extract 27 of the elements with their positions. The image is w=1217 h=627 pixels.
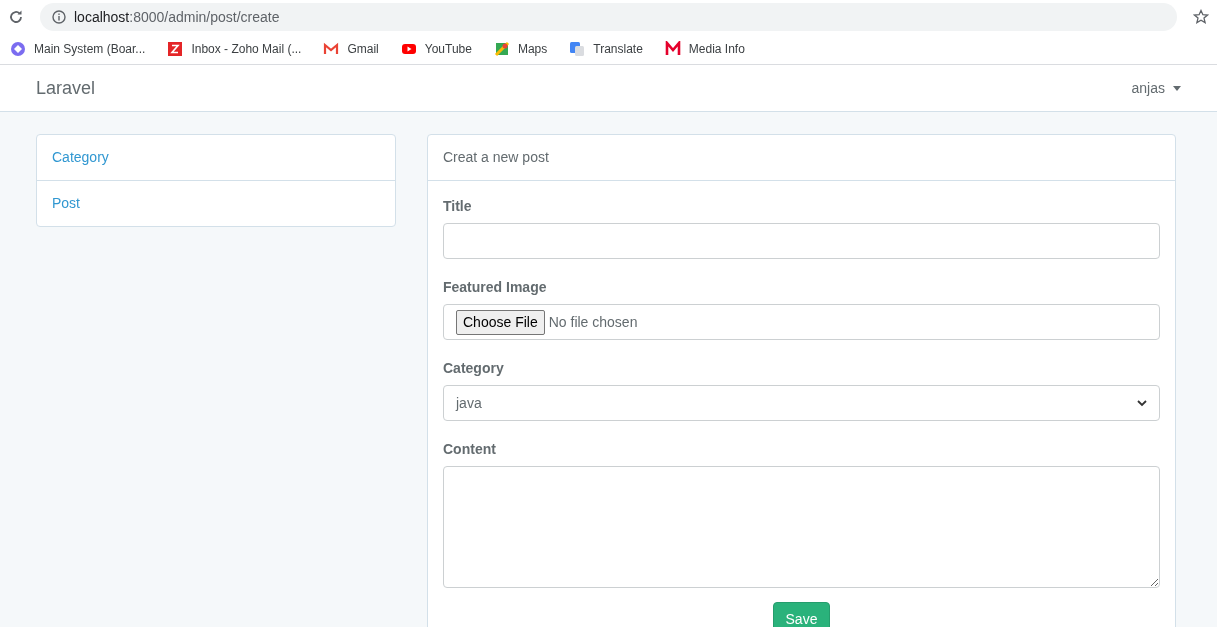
choose-file-button[interactable]: Choose File xyxy=(456,309,545,335)
caret-icon xyxy=(1173,85,1181,91)
bookmark-link[interactable]: YouTube xyxy=(400,40,472,58)
card-header: Creat a new post xyxy=(428,135,1175,181)
bookmark-link[interactable]: Maps xyxy=(493,40,548,58)
url-text: localhost:8000/admin/post/create xyxy=(74,7,280,27)
bookmark-link[interactable]: Inbox - Zoho Mail (... xyxy=(167,40,302,58)
field-label: Featured Image xyxy=(443,278,548,297)
field-label: Content xyxy=(443,440,497,459)
bookmark-link[interactable]: Gmail xyxy=(323,40,379,58)
brand-link[interactable]: Laravel xyxy=(36,74,96,102)
bookmark-link[interactable]: Main System (Boar... xyxy=(10,40,146,58)
address-bar[interactable]: localhost:8000/admin/post/create xyxy=(40,3,1177,31)
chevron-down-icon xyxy=(1137,399,1147,407)
star-icon[interactable] xyxy=(1193,9,1209,25)
user-dropdown[interactable]: anjas xyxy=(1131,77,1181,99)
field-label: Category xyxy=(443,359,505,378)
textarea-field[interactable] xyxy=(443,466,1160,588)
select-field[interactable]: java xyxy=(443,385,1160,421)
reload-icon[interactable] xyxy=(8,9,24,25)
bookmark-link[interactable]: Media Info xyxy=(664,40,745,58)
text-field[interactable] xyxy=(443,223,1160,259)
file-field[interactable]: Choose File No file chosen xyxy=(443,304,1160,340)
file-status-text: No file chosen xyxy=(548,312,638,332)
field-label: Title xyxy=(443,197,473,216)
bookmark-link[interactable]: Translate xyxy=(569,40,643,58)
info-icon[interactable] xyxy=(52,10,66,24)
